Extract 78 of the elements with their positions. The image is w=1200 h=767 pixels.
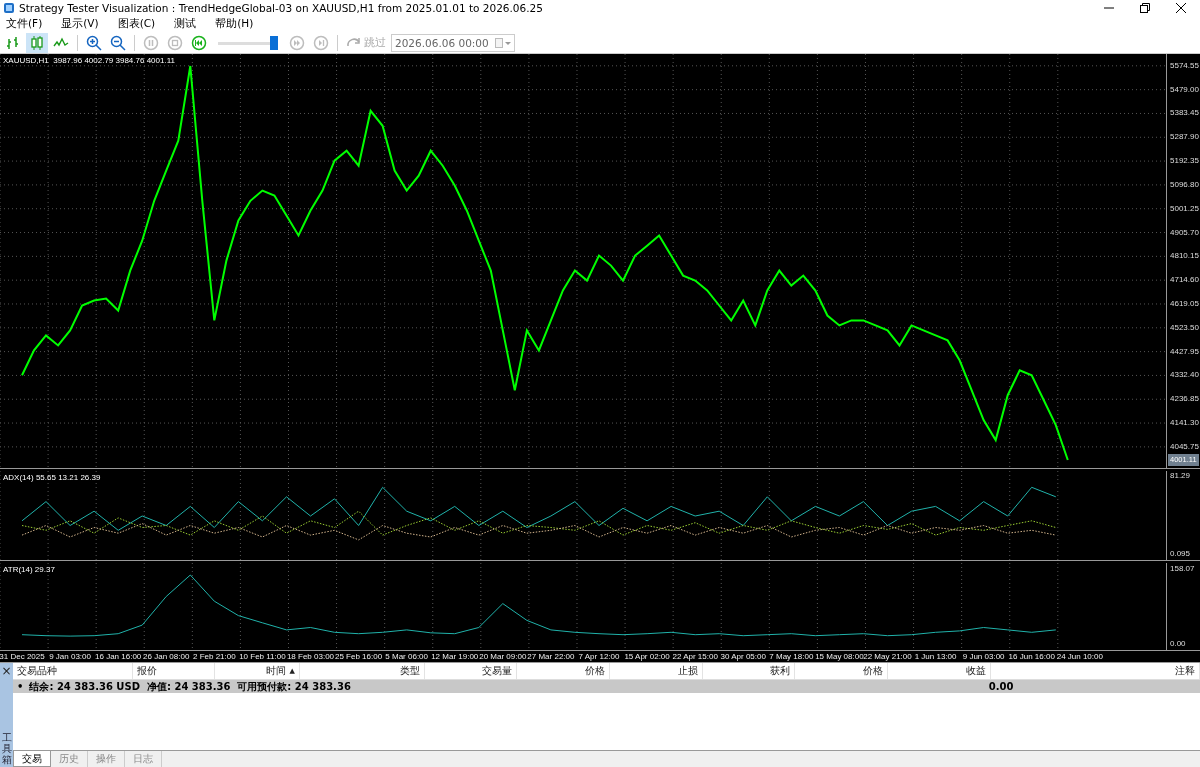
axis-label: 4905.70 — [1170, 227, 1199, 238]
tab[interactable]: 交易 — [13, 751, 51, 767]
date-field[interactable]: 2026.06.06 00:00 — [391, 33, 515, 52]
bar-chart-icon — [5, 35, 21, 50]
close-icon[interactable] — [1176, 3, 1186, 13]
axis-label: 5383.45 — [1170, 108, 1199, 119]
axis-label: 4236.85 — [1170, 394, 1199, 405]
axis-label: 7 Apr 12:00 — [578, 651, 620, 663]
axis-label: 0.00 — [1170, 639, 1186, 650]
axis-label: 5479.00 — [1170, 84, 1199, 95]
axis-label: 30 Apr 05:00 — [720, 651, 766, 663]
axis-label: 7 May 18:00 — [769, 651, 814, 663]
bullet: • — [16, 681, 25, 692]
axis-label: 16 Jan 16:00 — [95, 651, 142, 663]
axis-label: 158.07 — [1170, 563, 1195, 574]
column-header[interactable]: 报价 — [133, 663, 215, 679]
speed-slider[interactable] — [218, 34, 278, 51]
axis-label: 20 Mar 09:00 — [479, 651, 527, 663]
candlestick-button[interactable] — [26, 32, 48, 53]
toolbox-title: 工具箱 — [1, 732, 12, 765]
axis-label: 4332.40 — [1170, 370, 1199, 381]
app-icon — [3, 2, 15, 14]
axis-label: 5287.90 — [1170, 132, 1199, 143]
column-header[interactable]: 交易品种 — [13, 663, 133, 679]
menu-item[interactable]: 帮助(H) — [215, 17, 254, 31]
axis-label: 9 Jun 03:00 — [962, 651, 1005, 663]
axis-label: 25 Feb 16:00 — [335, 651, 383, 663]
axis-label: 24 Jun 10:00 — [1056, 651, 1103, 663]
axis-label: 1 Jun 13:00 — [914, 651, 957, 663]
axis-label: 5001.25 — [1170, 203, 1199, 214]
axis-label: 16 Jun 16:00 — [1008, 651, 1055, 663]
axis-label: 26 Jan 08:00 — [143, 651, 190, 663]
axis-label: 5096.80 — [1170, 179, 1199, 190]
axis-label: 2 Feb 21:00 — [193, 651, 236, 663]
axis-label: 0.095 — [1170, 549, 1191, 560]
indicator-legend: XAUUSD,H1 3987.96 4002.79 3984.76 4001.11 — [3, 56, 175, 65]
column-header[interactable]: 止损 — [610, 663, 703, 679]
axis-label: 27 Mar 22:00 — [527, 651, 575, 663]
menu-item[interactable]: 显示(V) — [61, 17, 99, 31]
axis-label: 4141.30 — [1170, 418, 1199, 429]
axis-label: 4619.05 — [1170, 298, 1199, 309]
axis-label: 4427.95 — [1170, 346, 1199, 357]
menu-item[interactable]: 测试 — [174, 17, 197, 31]
column-header[interactable]: 价格 — [795, 663, 888, 679]
axis-label: 22 Apr 15:00 — [672, 651, 718, 663]
close-button[interactable]: × — [1, 665, 12, 677]
menu-item[interactable]: 文件(F) — [6, 17, 43, 31]
maximize-icon[interactable] — [1140, 3, 1150, 13]
axis-label: 31 Dec 2025 — [0, 651, 45, 663]
axis-label: 12 Mar 19:00 — [431, 651, 479, 663]
indicator-legend: ADX(14) 55.65 13.21 26.39 — [3, 473, 101, 482]
menu-item[interactable]: 图表(C) — [117, 17, 156, 31]
slider-thumb[interactable] — [269, 35, 278, 50]
axis-label: 15 Apr 02:00 — [624, 651, 670, 663]
column-header[interactable]: 获利 — [703, 663, 795, 679]
balance-summary: 结余: 24 383.36 USD 净值: 24 383.36 可用预付款: 24 383.36 — [29, 679, 352, 694]
axis-label: 5192.35 — [1170, 156, 1199, 167]
axis-label: 81.29 — [1170, 471, 1191, 482]
column-header[interactable]: 价格 — [517, 663, 610, 679]
axis-label: 5 Mar 06:00 — [385, 651, 428, 663]
window-title: Strategy Tester Visualization : TrendHedgeGlobal-03 on XAUUSD,H1 from 2025.01.01 to 2026.06.25 — [19, 2, 544, 14]
axis-label: 22 May 21:00 — [863, 651, 912, 663]
column-header[interactable]: 收益 — [888, 663, 991, 679]
axis-label: 4045.75 — [1170, 441, 1199, 452]
axis-label: 18 Feb 03:00 — [286, 651, 335, 663]
axis-label: 5574.55 — [1170, 60, 1199, 71]
column-header[interactable]: 类型 — [300, 663, 425, 679]
axis-label: 4714.60 — [1170, 275, 1199, 286]
column-header[interactable]: 交易量 — [425, 663, 517, 679]
axis-label: 15 May 08:00 — [815, 651, 864, 663]
profit-value: 0.00 — [987, 681, 1014, 692]
indicator-legend: ATR(14) 29.37 — [3, 565, 55, 574]
axis-label: 4810.15 — [1170, 251, 1199, 262]
calendar-dropdown-icon[interactable] — [494, 37, 511, 48]
axis-label: 9 Jan 03:00 — [49, 651, 91, 663]
axis-label: 10 Feb 11:00 — [239, 651, 286, 663]
column-header[interactable]: 注释 — [991, 663, 1200, 679]
axis-label: 4523.50 — [1170, 322, 1199, 333]
